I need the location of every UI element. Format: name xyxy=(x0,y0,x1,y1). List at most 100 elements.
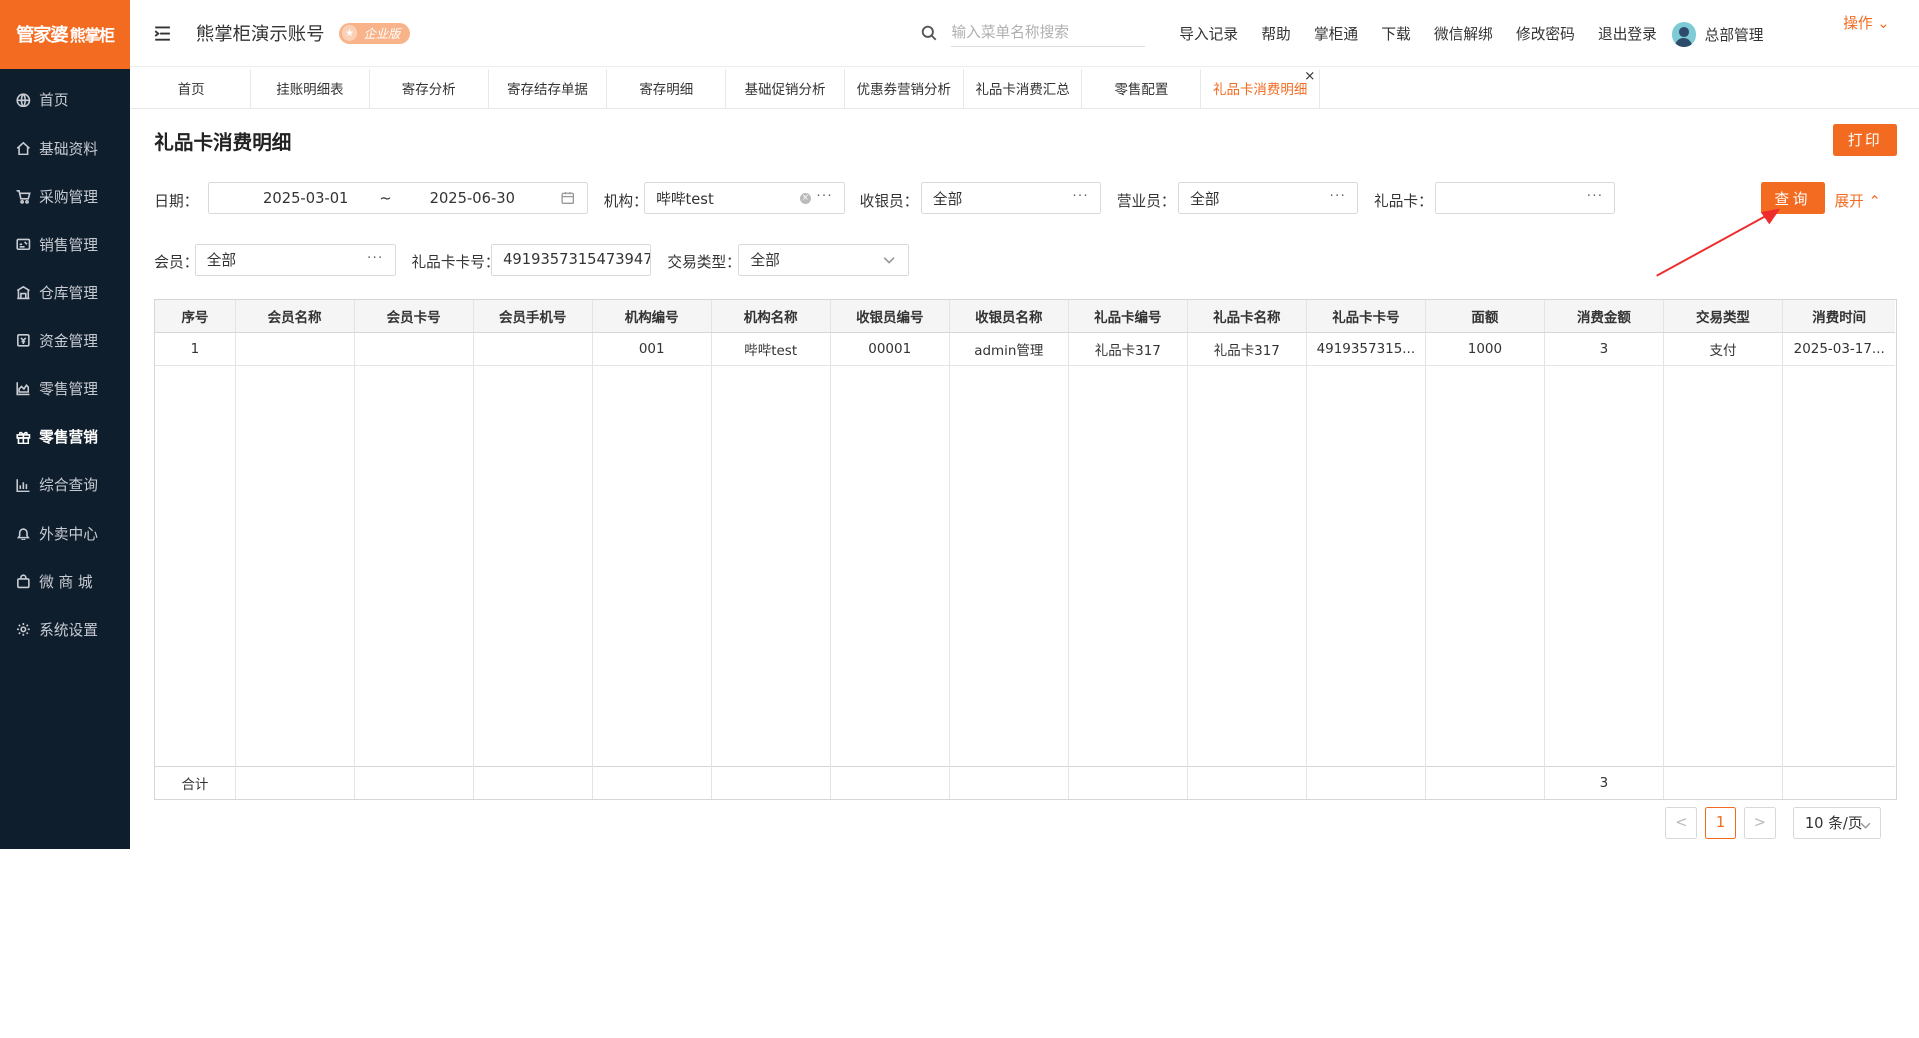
table-total-row: 合计 3 xyxy=(155,766,1896,799)
tab-3[interactable]: 寄存结存单据 xyxy=(489,68,608,108)
tab-label: 零售配置 xyxy=(1114,82,1169,99)
date-start[interactable]: 2025-03-01 xyxy=(263,190,348,207)
date-end[interactable]: 2025-06-30 xyxy=(430,190,515,207)
empty-cell xyxy=(592,365,712,767)
calendar-icon[interactable] xyxy=(561,191,575,208)
page-size-select[interactable]: 10 条/页 xyxy=(1792,807,1881,839)
print-button[interactable]: 打印 xyxy=(1833,123,1897,156)
tab-label: 礼品卡消费汇总 xyxy=(975,82,1070,99)
close-icon[interactable]: × xyxy=(1304,69,1315,83)
txtype-select[interactable]: 全部 xyxy=(738,243,909,276)
header-link-0[interactable]: 导入记录 xyxy=(1179,23,1238,44)
salesperson-select[interactable]: 全部 ··· xyxy=(1178,182,1359,215)
header-link-5[interactable]: 修改密码 xyxy=(1516,23,1575,44)
sidebar-item-6[interactable]: 零售管理 xyxy=(0,365,130,413)
sidebar-nav: 首页 基础资料 采购管理 销售管理 仓库管理 资金管理 零售管理 零售营销 综合查询 外卖中心微 … xyxy=(0,69,130,654)
tab-5[interactable]: 基础促销分析 xyxy=(726,68,845,108)
date-separator: ~ xyxy=(379,189,392,207)
table-cell: 支付 xyxy=(1663,332,1783,367)
more-icon[interactable]: ··· xyxy=(367,250,384,266)
header-link-4[interactable]: 微信解绑 xyxy=(1434,23,1493,44)
next-page-button[interactable]: > xyxy=(1743,807,1776,839)
cardno-input[interactable]: 491935731547394719 xyxy=(491,243,652,276)
column-header[interactable]: 礼品卡名称 xyxy=(1187,299,1307,334)
tab-7[interactable]: 礼品卡消费汇总 xyxy=(964,68,1083,108)
more-icon[interactable]: ··· xyxy=(1587,188,1604,204)
tab-2[interactable]: 寄存分析 xyxy=(370,68,489,108)
txtype-value: 全部 xyxy=(750,252,780,270)
date-range-picker[interactable]: 2025-03-01 ~ 2025-06-30 xyxy=(208,182,588,215)
menu-search xyxy=(921,22,1145,48)
chevron-up-icon: ⌃ xyxy=(1868,192,1881,210)
column-header[interactable]: 面额 xyxy=(1425,299,1545,334)
column-header[interactable]: 礼品卡编号 xyxy=(1068,299,1188,334)
column-header[interactable]: 收银员名称 xyxy=(949,299,1069,334)
header-links: 导入记录 帮助 掌柜通 下载 微信解绑 修改密码 退出登录 xyxy=(1179,23,1680,44)
table-row[interactable]: 1 001 哔哔test 00001 admin管理 礼品卡317 礼品卡317 491935… xyxy=(155,332,1896,367)
column-header[interactable]: 机构编号 xyxy=(592,299,712,334)
more-icon[interactable]: ··· xyxy=(1330,188,1347,204)
sidebar-item-0[interactable]: 首页 xyxy=(0,76,130,124)
table-header-row: 序号 会员名称 会员卡号 会员手机号 机构编号 机构名称 收银员编号 收银员名称 礼品卡编号 礼品… xyxy=(155,299,1896,334)
expand-toggle[interactable]: 展开 ⌃ xyxy=(1834,190,1880,211)
total-cell xyxy=(711,766,831,799)
sidebar-item-7[interactable]: 零售营销 xyxy=(0,413,130,461)
column-header[interactable]: 机构名称 xyxy=(711,299,831,334)
sidebar-item-5[interactable]: 资金管理 xyxy=(0,317,130,365)
more-icon[interactable]: ··· xyxy=(1072,188,1089,204)
column-header[interactable]: 会员名称 xyxy=(235,299,355,334)
brand-logo[interactable]: 管家婆 熊掌柜 xyxy=(0,0,130,69)
tab-label: 优惠券营销分析 xyxy=(856,82,951,99)
table-cell: 1 xyxy=(155,332,236,367)
tab-0[interactable]: 首页 xyxy=(132,68,252,108)
tab-8[interactable]: 零售配置 xyxy=(1082,68,1202,108)
header-link-2[interactable]: 掌柜通 xyxy=(1314,23,1358,44)
column-header[interactable]: 会员卡号 xyxy=(354,299,474,334)
avatar[interactable] xyxy=(1671,22,1697,47)
tab-9[interactable]: 礼品卡消费明细 × xyxy=(1201,68,1321,108)
header-link-6[interactable]: 退出登录 xyxy=(1598,23,1657,44)
table-cell xyxy=(473,332,593,367)
column-header[interactable]: 收银员编号 xyxy=(830,299,950,334)
tab-1[interactable]: 挂账明细表 xyxy=(251,68,370,108)
sidebar-item-2[interactable]: 采购管理 xyxy=(0,172,130,220)
menu-collapse-icon[interactable] xyxy=(154,25,171,42)
column-header[interactable]: 交易类型 xyxy=(1663,299,1783,334)
cashier-select[interactable]: 全部 ··· xyxy=(920,182,1101,215)
column-header[interactable]: 序号 xyxy=(155,299,236,334)
giftcard-select[interactable]: ··· xyxy=(1435,182,1616,215)
prev-page-button[interactable]: < xyxy=(1665,807,1698,839)
menu-search-input[interactable] xyxy=(951,22,1145,48)
gift-icon xyxy=(16,430,31,445)
column-header[interactable]: 礼品卡卡号 xyxy=(1306,299,1426,334)
sidebar-item-1[interactable]: 基础资料 xyxy=(0,124,130,172)
search-icon[interactable] xyxy=(921,25,937,45)
page-1-button[interactable]: 1 xyxy=(1704,807,1737,839)
sidebar-item-10[interactable]: 微 商 城 xyxy=(0,557,130,605)
column-header[interactable]: 会员手机号 xyxy=(473,299,593,334)
header-link-1[interactable]: 帮助 xyxy=(1261,23,1290,44)
tab-4[interactable]: 寄存明细 xyxy=(607,68,727,108)
bag-icon xyxy=(16,574,31,589)
sidebar-item-9[interactable]: 外卖中心 xyxy=(0,509,130,557)
tab-6[interactable]: 优惠券营销分析 xyxy=(845,68,964,108)
empty-cell xyxy=(473,365,593,767)
header-link-3[interactable]: 下载 xyxy=(1381,23,1410,44)
clear-icon[interactable]: × xyxy=(799,193,811,205)
empty-cell xyxy=(1544,365,1664,767)
sidebar-item-8[interactable]: 综合查询 xyxy=(0,461,130,509)
sidebar-item-11[interactable]: 系统设置 xyxy=(0,605,130,653)
tab-operations-dropdown[interactable]: 操作 ⌄ xyxy=(1843,12,1889,33)
column-header[interactable]: 消费金额 xyxy=(1544,299,1664,334)
user-name: 总部管理 xyxy=(1704,26,1764,44)
table-cell: 1000 xyxy=(1425,332,1545,367)
sidebar-item-3[interactable]: 销售管理 xyxy=(0,220,130,268)
user-menu[interactable]: 总部管理 xyxy=(1671,22,1764,47)
column-header[interactable]: 消费时间 xyxy=(1782,299,1896,334)
member-select[interactable]: 全部 ··· xyxy=(194,243,396,276)
more-icon[interactable]: ··· xyxy=(816,188,833,204)
bell-icon xyxy=(16,526,31,541)
org-select[interactable]: 哔哔test × ··· xyxy=(644,182,845,215)
sidebar-item-4[interactable]: 仓库管理 xyxy=(0,268,130,316)
empty-cell xyxy=(235,365,355,767)
